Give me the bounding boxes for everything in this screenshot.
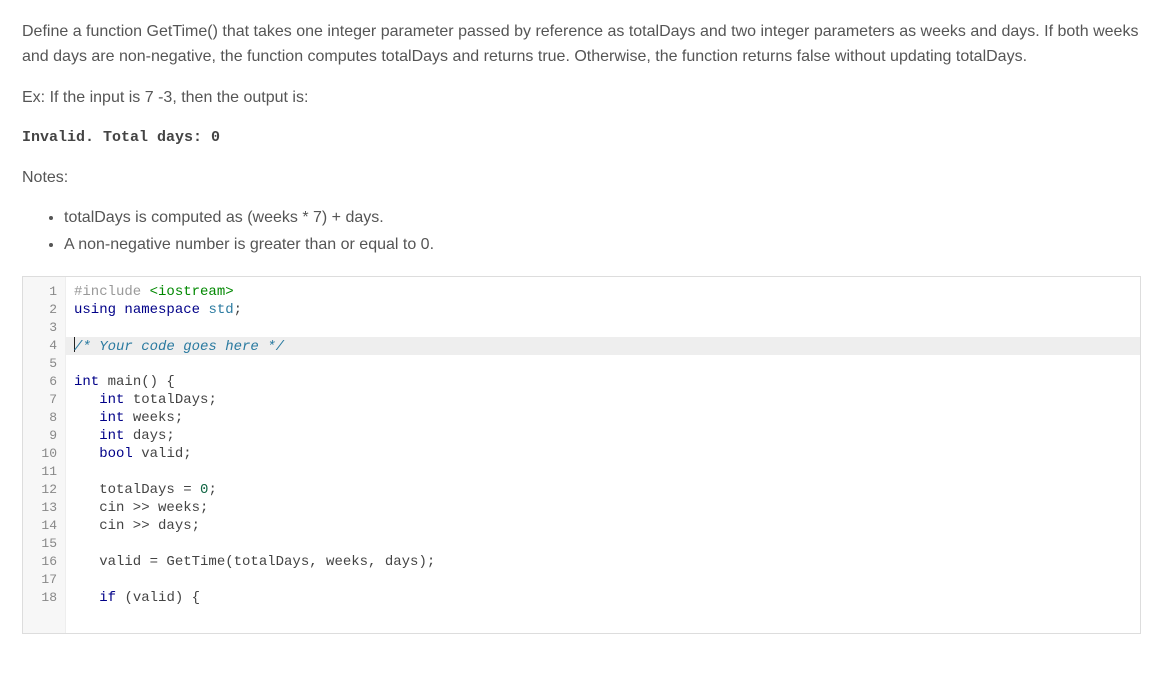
code-line[interactable]	[66, 463, 1140, 481]
code-token: int	[99, 410, 133, 426]
code-token: valid;	[141, 446, 191, 462]
code-line[interactable]	[66, 355, 1140, 373]
code-token: totalDays =	[74, 482, 200, 498]
code-token	[74, 392, 99, 408]
code-line[interactable]	[66, 571, 1140, 589]
line-number: 15	[23, 535, 65, 553]
code-token: if	[99, 590, 124, 606]
line-number: 7	[23, 391, 65, 409]
example-suffix: , then the output is:	[172, 89, 308, 106]
problem-statement: Define a function GetTime() that takes o…	[22, 20, 1141, 258]
note-item: totalDays is computed as (weeks * 7) + d…	[64, 206, 1141, 231]
code-token: /* Your code goes here */	[74, 339, 284, 355]
code-line[interactable]: #include <iostream>	[66, 283, 1140, 301]
code-token: weeks;	[133, 410, 183, 426]
line-number: 14	[23, 517, 65, 535]
code-line[interactable]: using namespace std;	[66, 301, 1140, 319]
line-number: 9	[23, 427, 65, 445]
code-line[interactable]: /* Your code goes here */	[66, 337, 1140, 355]
code-token: cin >> weeks;	[74, 500, 208, 516]
line-number: 4	[23, 337, 65, 355]
code-token: using	[74, 302, 124, 318]
code-token: int	[99, 392, 133, 408]
code-line[interactable]: valid = GetTime(totalDays, weeks, days);	[66, 553, 1140, 571]
code-editor[interactable]: 123456789101112131415161718 #include <io…	[22, 276, 1141, 634]
code-token: main() {	[108, 374, 175, 390]
code-line[interactable]: int totalDays;	[66, 391, 1140, 409]
code-token: ;	[234, 302, 242, 318]
code-token: std	[208, 302, 233, 318]
prompt-paragraph-2: Ex: If the input is 7 -3, then the outpu…	[22, 86, 1141, 111]
code-token: int	[74, 374, 108, 390]
notes-heading: Notes:	[22, 166, 1141, 191]
code-token: namespace	[124, 302, 208, 318]
note-item: A non-negative number is greater than or…	[64, 233, 1141, 258]
line-number: 17	[23, 571, 65, 589]
notes-list: totalDays is computed as (weeks * 7) + d…	[22, 206, 1141, 258]
code-token: <iostream>	[150, 284, 234, 300]
code-line[interactable]	[66, 319, 1140, 337]
line-number: 8	[23, 409, 65, 427]
line-number: 12	[23, 481, 65, 499]
code-line[interactable]: bool valid;	[66, 445, 1140, 463]
example-input: 7 -3	[145, 89, 173, 106]
code-line[interactable]: cin >> weeks;	[66, 499, 1140, 517]
code-token: bool	[99, 446, 141, 462]
example-prefix: Ex: If the input is	[22, 89, 145, 106]
code-token: cin >> days;	[74, 518, 200, 534]
code-area[interactable]: #include <iostream>using namespace std;/…	[66, 277, 1140, 633]
code-token	[74, 410, 99, 426]
code-token: (valid) {	[124, 590, 200, 606]
line-number: 10	[23, 445, 65, 463]
code-line[interactable]: cin >> days;	[66, 517, 1140, 535]
line-number: 3	[23, 319, 65, 337]
code-token: #include	[74, 284, 150, 300]
line-number: 13	[23, 499, 65, 517]
code-token: valid = GetTime(totalDays, weeks, days);	[74, 554, 435, 570]
line-number: 2	[23, 301, 65, 319]
code-token	[74, 428, 99, 444]
line-number: 1	[23, 283, 65, 301]
code-token: int	[99, 428, 133, 444]
code-token	[74, 446, 99, 462]
prompt-paragraph-1: Define a function GetTime() that takes o…	[22, 20, 1141, 70]
code-token: days;	[133, 428, 175, 444]
code-line[interactable]: int main() {	[66, 373, 1140, 391]
code-line[interactable]	[66, 535, 1140, 553]
line-number: 11	[23, 463, 65, 481]
code-token	[74, 590, 99, 606]
code-line[interactable]: int weeks;	[66, 409, 1140, 427]
code-line[interactable]: int days;	[66, 427, 1140, 445]
code-line[interactable]: if (valid) {	[66, 589, 1140, 607]
line-number: 18	[23, 589, 65, 607]
code-token: ;	[208, 482, 216, 498]
code-token: totalDays;	[133, 392, 217, 408]
line-number-gutter: 123456789101112131415161718	[23, 277, 66, 633]
line-number: 16	[23, 553, 65, 571]
code-line[interactable]: totalDays = 0;	[66, 481, 1140, 499]
example-output: Invalid. Total days: 0	[22, 126, 1141, 149]
line-number: 5	[23, 355, 65, 373]
line-number: 6	[23, 373, 65, 391]
